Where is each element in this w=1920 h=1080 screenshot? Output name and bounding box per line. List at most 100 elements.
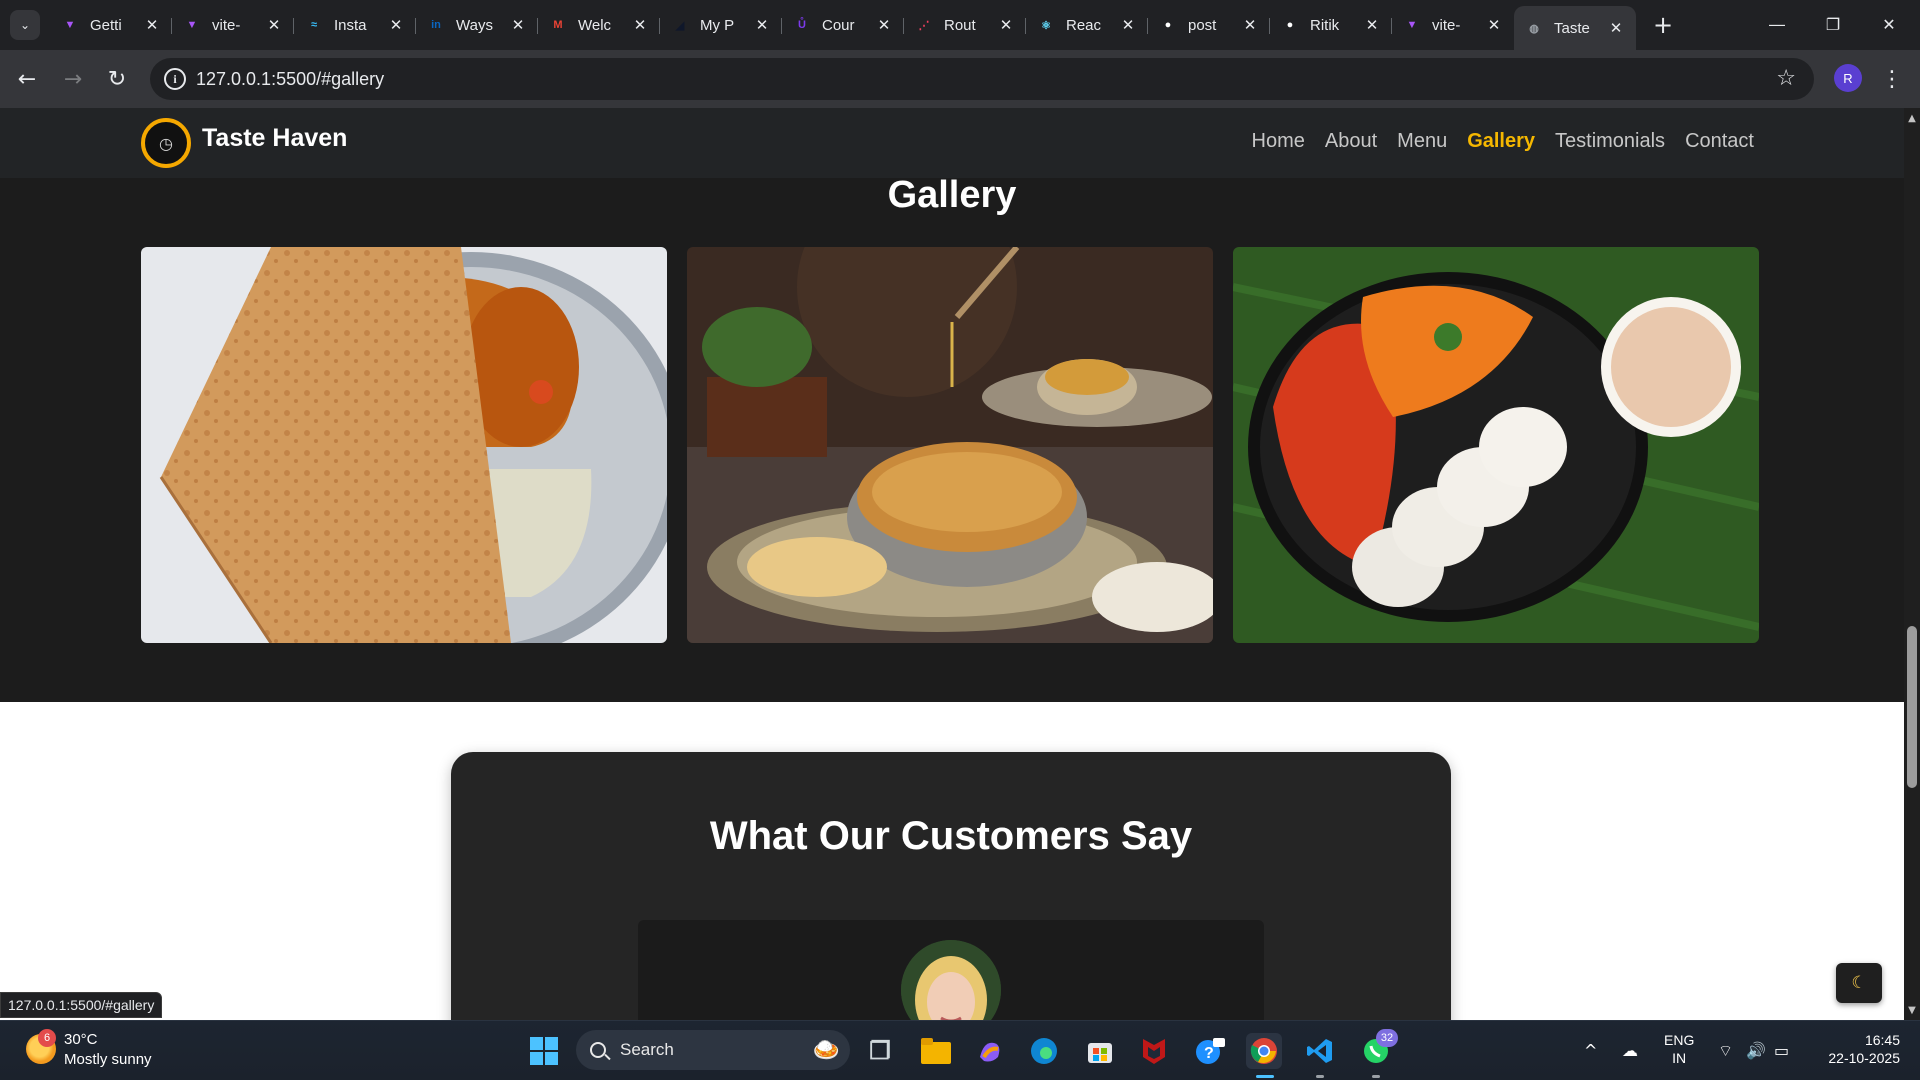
browser-menu-icon[interactable]: ⋮ — [1880, 62, 1904, 96]
gallery-image-biryani[interactable] — [687, 247, 1213, 643]
clock-date: 22-10-2025 — [1828, 1050, 1900, 1066]
tab-close-icon[interactable]: ✕ — [1118, 15, 1138, 35]
restore-button[interactable]: ❐ — [1810, 6, 1856, 42]
browser-toolbar: ← → ↻ i 127.0.0.1:5500/#gallery ☆ R ⋮ — [0, 50, 1920, 108]
browser-tab[interactable]: ⋰ Rout ✕ — [904, 6, 1026, 44]
tray-overflow-chevron-icon[interactable]: ^ — [1584, 1041, 1597, 1060]
weather-badge: 6 — [38, 1029, 56, 1047]
browser-tab[interactable]: ▼ Getti ✕ — [50, 6, 172, 44]
status-bar-url: 127.0.0.1:5500/#gallery — [0, 992, 163, 1018]
react-icon: ⚛ — [1041, 19, 1051, 32]
tab-close-icon[interactable]: ✕ — [508, 15, 528, 35]
file-explorer-icon[interactable] — [918, 1033, 954, 1069]
brand-name[interactable]: Taste Haven — [202, 124, 347, 153]
whatsapp-running-indicator — [1372, 1075, 1380, 1078]
tab-close-icon[interactable]: ✕ — [1484, 15, 1504, 35]
tab-close-icon[interactable]: ✕ — [630, 15, 650, 35]
help-mail-icon[interactable]: ? — [1192, 1033, 1228, 1069]
nav-link-home[interactable]: Home — [1252, 130, 1305, 153]
idli-image — [1233, 247, 1759, 643]
browser-tab[interactable]: M Welc ✕ — [538, 6, 660, 44]
microsoft-store-icon[interactable] — [1082, 1033, 1118, 1069]
minimize-button[interactable]: ― — [1754, 6, 1800, 42]
site-nav: Home About Menu Gallery Testimonials Contact — [1252, 130, 1754, 153]
logo-clock-icon[interactable]: ◷ — [141, 118, 191, 168]
clock[interactable]: 16:45 22-10-2025 — [1816, 1031, 1900, 1067]
taskbar-search-label: Search — [620, 1040, 674, 1059]
site-info-icon[interactable]: i — [164, 68, 186, 90]
mcafee-icon[interactable] — [1136, 1033, 1172, 1069]
nav-link-contact[interactable]: Contact — [1685, 130, 1754, 153]
testimonials-title: What Our Customers Say — [709, 814, 1193, 858]
biryani-image — [687, 247, 1213, 643]
testimonial-item — [638, 920, 1264, 1020]
battery-icon[interactable]: ▭ — [1774, 1041, 1789, 1060]
nav-link-testimonials[interactable]: Testimonials — [1555, 130, 1665, 153]
url-text[interactable]: 127.0.0.1:5500/#gallery — [196, 69, 384, 90]
tab-search-button[interactable]: ⌄ — [10, 10, 40, 40]
back-button[interactable]: ← — [10, 62, 44, 96]
theme-toggle-moon-icon[interactable]: ☾ — [1836, 963, 1882, 1003]
language-indicator[interactable]: ENG IN — [1664, 1031, 1694, 1067]
tab-list: ▼ Getti ✕ ▼ vite- ✕ ≈ Insta ✕ in Ways ✕ M Welc ✕ ◢ My P ✕… — [50, 6, 1636, 50]
tab-close-icon[interactable]: ✕ — [1362, 15, 1382, 35]
close-window-button[interactable]: ✕ — [1866, 6, 1912, 42]
wifi-icon[interactable]: ⌔ — [1718, 1041, 1733, 1061]
forward-button[interactable]: → — [56, 62, 90, 96]
nav-link-about[interactable]: About — [1325, 130, 1377, 153]
tab-close-icon[interactable]: ✕ — [996, 15, 1016, 35]
tab-close-icon[interactable]: ✕ — [264, 15, 284, 35]
reload-button[interactable]: ↻ — [100, 62, 134, 96]
browser-tab[interactable]: ◢ My P ✕ — [660, 6, 782, 44]
browser-tab[interactable]: ≈ Insta ✕ — [294, 6, 416, 44]
start-windows-icon[interactable] — [526, 1033, 562, 1069]
browser-tab[interactable]: ● Ritik ✕ — [1270, 6, 1392, 44]
nav-link-menu[interactable]: Menu — [1397, 130, 1447, 153]
browser-tab[interactable]: ⚛ Reac ✕ — [1026, 6, 1148, 44]
browser-tab[interactable]: Ů Cour ✕ — [782, 6, 904, 44]
copilot-icon[interactable] — [972, 1033, 1008, 1069]
page-scrollbar[interactable]: ▲ ▼ — [1904, 108, 1920, 1020]
scroll-up-arrow-icon[interactable]: ▲ — [1904, 110, 1920, 126]
site-header: ◷ Taste Haven Home About Menu Gallery Testim… — [0, 108, 1904, 178]
volume-icon[interactable]: 🔊 — [1746, 1041, 1766, 1060]
onedrive-icon[interactable]: ☁ — [1622, 1041, 1638, 1060]
gallery-image-dosa[interactable] — [141, 247, 667, 643]
browser-tab[interactable]: ● post ✕ — [1148, 6, 1270, 44]
browser-tab[interactable]: ▼ vite- ✕ — [172, 6, 294, 44]
new-tab-button[interactable]: + — [1648, 10, 1678, 40]
weather-desc[interactable]: Mostly sunny — [64, 1051, 152, 1068]
bookmark-star-icon[interactable]: ☆ — [1776, 66, 1796, 91]
tab-title: Reac — [1066, 16, 1102, 34]
profile-avatar[interactable]: R — [1834, 64, 1862, 92]
edge-browser-icon[interactable] — [1026, 1033, 1062, 1069]
tab-close-icon[interactable]: ✕ — [874, 15, 894, 35]
tab-close-icon[interactable]: ✕ — [142, 15, 162, 35]
scroll-thumb[interactable] — [1907, 626, 1917, 788]
tab-title: Ritik — [1310, 16, 1340, 34]
tab-close-icon[interactable]: ✕ — [1240, 15, 1260, 35]
tab-title: Getti — [90, 16, 122, 34]
browser-tab[interactable]: ▼ vite- ✕ — [1392, 6, 1514, 44]
router-icon: ⋰ — [918, 19, 930, 32]
tab-close-icon[interactable]: ✕ — [1606, 18, 1626, 38]
browser-tab[interactable]: in Ways ✕ — [416, 6, 538, 44]
svg-text:?: ? — [1204, 1045, 1214, 1062]
weather-temp[interactable]: 30°C — [64, 1031, 98, 1048]
task-view-icon[interactable]: ❐ — [862, 1033, 898, 1069]
customer-photo — [901, 940, 1001, 1020]
chrome-icon[interactable] — [1246, 1033, 1282, 1069]
browser-tab[interactable]: ◍ Taste ✕ — [1514, 6, 1636, 50]
tab-title: post — [1188, 16, 1217, 34]
tab-title: vite- — [212, 16, 241, 34]
vscode-icon[interactable] — [1302, 1033, 1338, 1069]
tab-close-icon[interactable]: ✕ — [386, 15, 406, 35]
festival-food-icon: 🍛 — [812, 1037, 840, 1062]
address-bar[interactable]: i 127.0.0.1:5500/#gallery ☆ — [150, 58, 1814, 100]
gallery-title: Gallery — [887, 174, 1017, 216]
gallery-image-idli[interactable] — [1233, 247, 1759, 643]
tab-close-icon[interactable]: ✕ — [752, 15, 772, 35]
scroll-down-arrow-icon[interactable]: ▼ — [1904, 1002, 1920, 1018]
nav-link-gallery[interactable]: Gallery — [1467, 130, 1535, 153]
taskbar-search[interactable]: Search 🍛 — [576, 1030, 850, 1070]
